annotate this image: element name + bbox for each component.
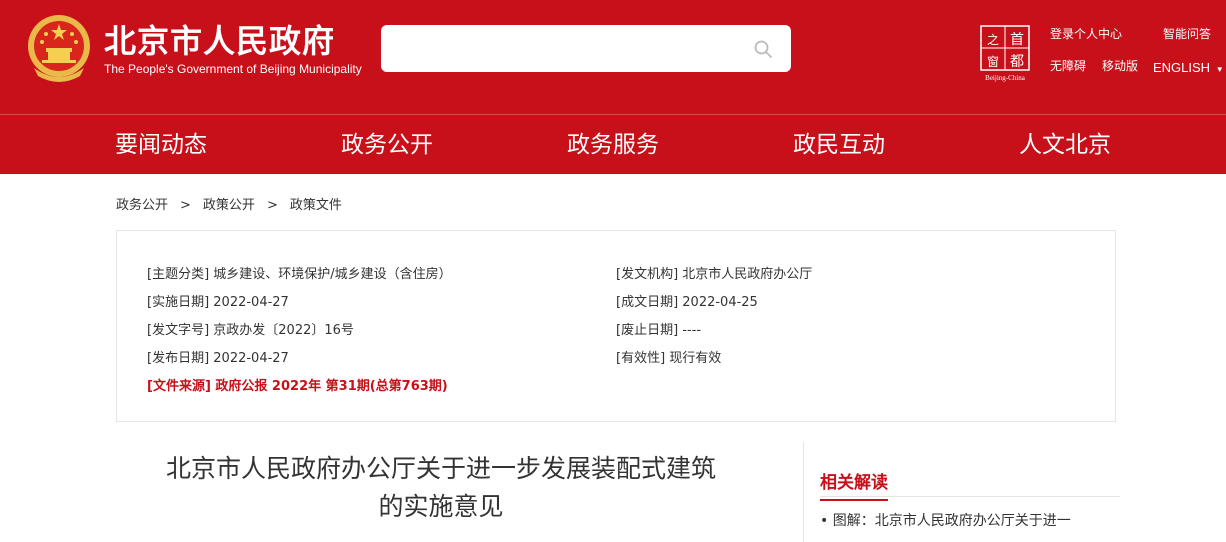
document-title-line: 的实施意见	[378, 492, 504, 521]
nav-item-gov-affairs[interactable]: 政务公开	[341, 115, 433, 175]
info-source[interactable]: [文件来源] 政府公报 2022年 第31期(总第763期)	[147, 375, 448, 394]
info-publish-date: [发布日期] 2022-04-27	[147, 351, 289, 366]
svg-text:之: 之	[987, 33, 999, 47]
breadcrumb-item[interactable]: 政策公开	[203, 194, 255, 213]
breadcrumb-separator: >	[180, 198, 191, 213]
search-input[interactable]	[381, 25, 791, 72]
language-label: ENGLISH	[1153, 60, 1211, 75]
related-interpretation-link[interactable]: • 图解：北京市人民政府办公厅关于进一	[820, 510, 1071, 530]
accessibility-link[interactable]: 无障碍	[1050, 57, 1086, 74]
breadcrumb-item[interactable]: 政策文件	[290, 194, 342, 213]
capital-window-logo[interactable]: 首 都 之 窗 Beijing-China	[978, 24, 1032, 82]
capital-logo-caption: Beijing-China	[985, 74, 1026, 82]
info-validity: [有效性] 现行有效	[616, 351, 722, 366]
document-title-line: 北京市人民政府办公厅关于进一步发展装配式建筑	[165, 454, 716, 483]
info-effective-date: [实施日期] 2022-04-27	[147, 295, 289, 310]
column-divider	[803, 442, 804, 542]
smart-qa-link[interactable]: 智能问答	[1163, 25, 1211, 42]
breadcrumb-item[interactable]: 政务公开	[116, 194, 168, 213]
info-written-date: [成文日期] 2022-04-25	[616, 295, 758, 310]
breadcrumb-separator: >	[266, 198, 278, 213]
info-repeal-date: [废止日期] ----	[616, 323, 702, 338]
info-doc-number: [发文字号] 京政办发〔2022〕16号	[147, 323, 354, 338]
nav-item-interaction[interactable]: 政民互动	[793, 115, 885, 175]
nav-item-services[interactable]: 政务服务	[567, 115, 659, 175]
language-select[interactable]: ENGLISH ▼	[1153, 60, 1224, 75]
svg-text:都: 都	[1010, 54, 1024, 70]
svg-text:窗: 窗	[987, 55, 999, 69]
info-topic: [主题分类] 城乡建设、环境保护/城乡建设（含住房）	[147, 267, 452, 282]
site-header: 北京市人民政府 The People's Government of Beiji…	[0, 0, 1226, 114]
main-nav: 要闻动态 政务公开 政务服务 政民互动 人文北京	[0, 114, 1226, 174]
search-icon[interactable]	[753, 39, 773, 59]
svg-text:首: 首	[1010, 32, 1024, 48]
site-subtitle: The People's Government of Beijing Munic…	[104, 62, 362, 76]
nav-item-culture[interactable]: 人文北京	[1019, 115, 1111, 175]
document-title: 北京市人民政府办公厅关于进一步发展装配式建筑 的实施意见	[116, 450, 766, 526]
info-issuing-agency: [发文机构] 北京市人民政府办公厅	[616, 267, 813, 282]
national-emblem-icon[interactable]	[24, 12, 94, 84]
divider	[820, 496, 1120, 497]
breadcrumb: 政务公开 > 政策公开 > 政策文件	[116, 194, 342, 213]
document-info-box: [主题分类] 城乡建设、环境保护/城乡建设（含住房） [实施日期] 2022-0…	[116, 230, 1116, 422]
nav-item-news[interactable]: 要闻动态	[115, 115, 207, 175]
login-link[interactable]: 登录个人中心	[1050, 25, 1122, 42]
chevron-down-icon: ▼	[1215, 65, 1224, 74]
site-title[interactable]: 北京市人民政府	[104, 16, 335, 62]
main-content: 政务公开 > 政策公开 > 政策文件 [主题分类] 城乡建设、环境保护/城乡建设（含住房…	[0, 174, 1226, 542]
mobile-version-link[interactable]: 移动版	[1102, 57, 1138, 74]
